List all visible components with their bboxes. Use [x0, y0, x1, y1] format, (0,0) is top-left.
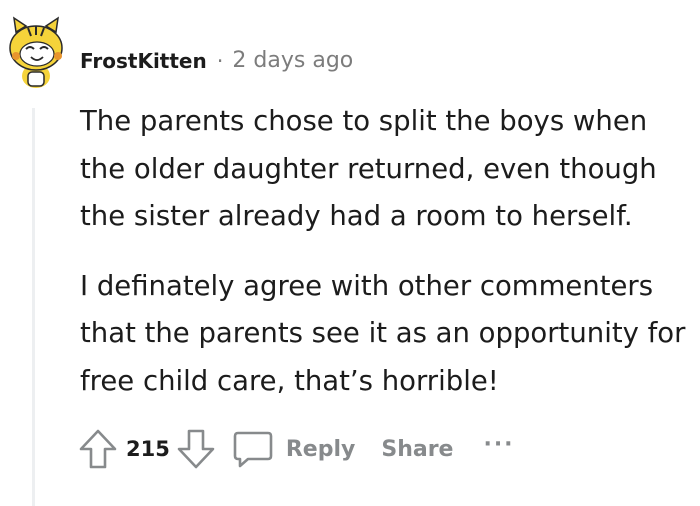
comment-paragraph: I definately agree with other commenters… [80, 269, 686, 397]
snoo-tiger-avatar-icon [9, 16, 63, 88]
vote-score: 215 [126, 437, 170, 461]
meta-separator: · [216, 49, 224, 73]
upvote-arrow-icon [79, 429, 117, 469]
avatar[interactable] [4, 14, 68, 90]
reply-label: Reply [285, 436, 356, 462]
comment-actions: 215 Reply Share ··· [78, 426, 515, 472]
username-link[interactable]: FrostKitten [80, 46, 207, 76]
downvote-button[interactable] [176, 427, 216, 471]
upvote-button[interactable] [78, 427, 118, 471]
share-button[interactable]: Share [381, 437, 453, 462]
downvote-arrow-icon [177, 429, 215, 469]
comment-timestamp[interactable]: 2 days ago [232, 46, 353, 76]
comment-bubble-icon [233, 431, 273, 468]
comment-header: FrostKitten · 2 days ago [80, 46, 353, 76]
reply-button[interactable]: Reply [232, 429, 356, 469]
comment-body: The parents chose to split the boys when… [80, 98, 690, 427]
comment-paragraph: The parents chose to split the boys when… [80, 105, 657, 232]
more-options-button[interactable]: ··· [483, 432, 514, 457]
thread-line[interactable] [32, 108, 35, 506]
